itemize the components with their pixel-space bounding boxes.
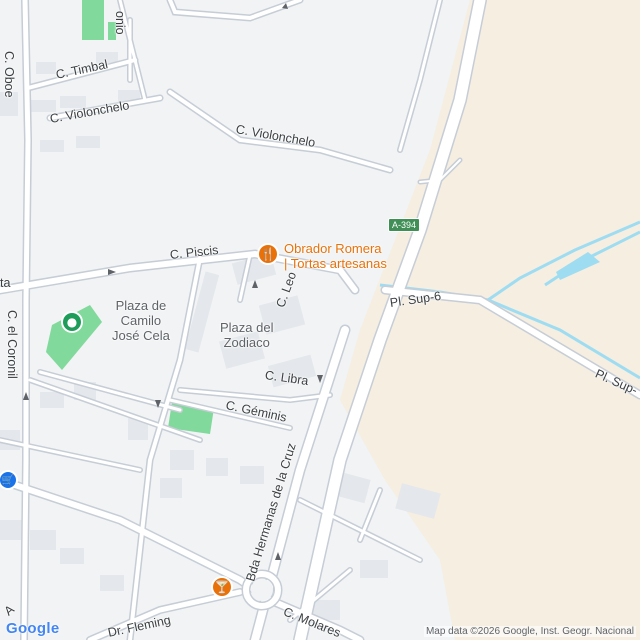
map-base-layer — [0, 0, 640, 640]
place-label-plaza-camilo-jose-cela[interactable]: Plaza de Camilo José Cela — [112, 298, 170, 343]
restaurant-pin-icon[interactable]: 🍴 — [259, 245, 277, 263]
google-logo[interactable]: Google — [6, 620, 59, 637]
route-shield-a394: A-394 — [388, 218, 421, 232]
bar-pin-icon[interactable]: 🍸 — [213, 578, 231, 596]
street-label-ta: ta — [0, 276, 11, 290]
park-area — [82, 0, 104, 40]
map-canvas[interactable]: C. Oboe C. Timbal C. Violonchelo C. Viol… — [0, 0, 640, 640]
street-label-onio: onio — [113, 11, 127, 35]
shopping-cart-pin-icon[interactable]: 🛒 — [0, 472, 16, 488]
map-attribution[interactable]: Map data ©2026 Google, Inst. Geogr. Naci… — [423, 626, 636, 637]
street-label-coronil: C. el Coronil — [5, 310, 19, 379]
place-label-plaza-del-zodiaco[interactable]: Plaza del Zodiaco — [220, 320, 273, 350]
street-label-oboe: C. Oboe — [2, 51, 16, 98]
poi-label-obrador-romera[interactable]: Obrador Romera | Tortas artesanas — [284, 241, 387, 271]
park-pin-icon[interactable]: ● — [63, 313, 81, 331]
